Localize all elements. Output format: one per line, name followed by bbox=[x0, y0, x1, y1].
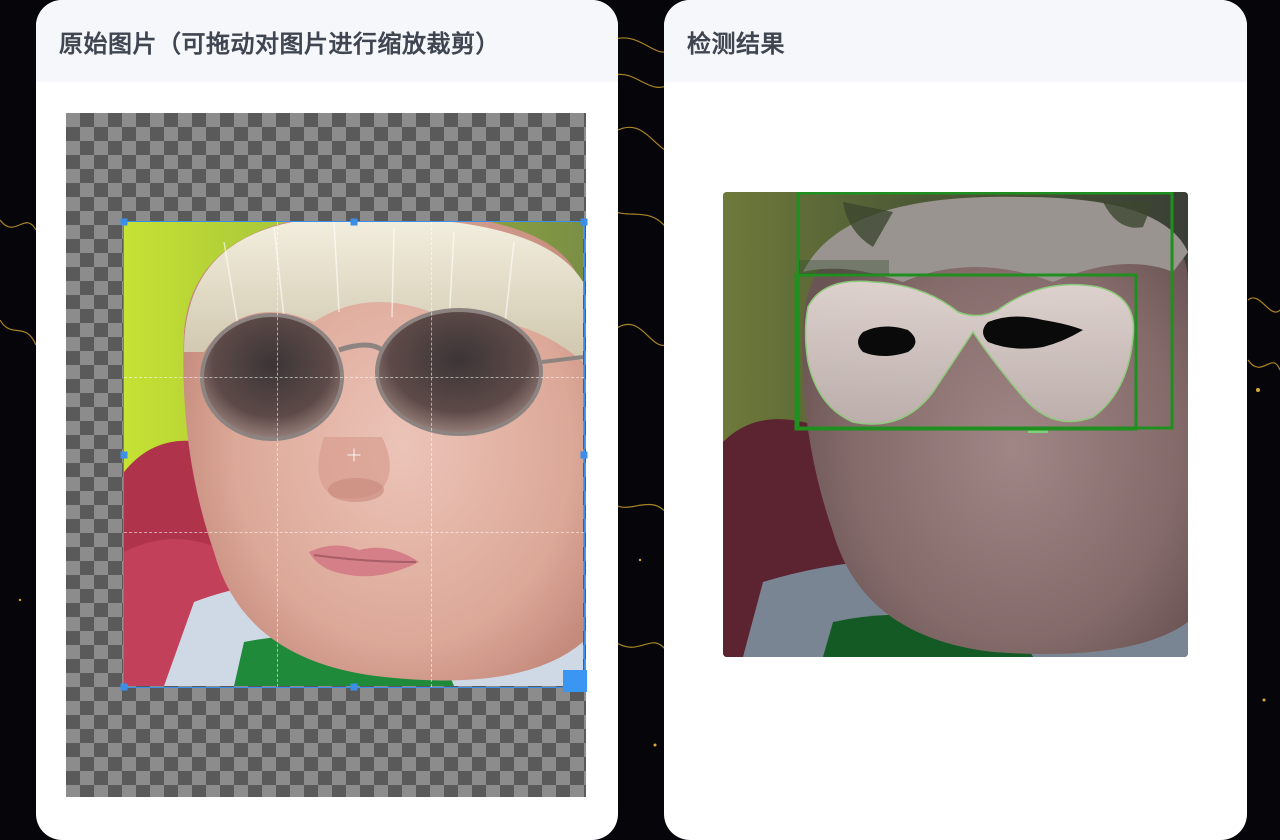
crop-guide-line bbox=[277, 222, 279, 687]
crop-box[interactable] bbox=[120, 218, 588, 692]
image-cropper[interactable] bbox=[66, 113, 588, 797]
detection-photo bbox=[723, 192, 1188, 657]
crop-handle-top-left[interactable] bbox=[120, 218, 128, 226]
crop-handle-right[interactable] bbox=[580, 451, 588, 458]
result-image bbox=[723, 192, 1188, 657]
crop-handle-top[interactable] bbox=[350, 218, 358, 226]
crop-guide-line bbox=[124, 376, 584, 378]
crop-handle-left[interactable] bbox=[120, 451, 128, 458]
panel-header: 检测结果 bbox=[664, 0, 1247, 82]
crop-center-marker bbox=[347, 448, 361, 461]
panel-header: 原始图片（可拖动对图片进行缩放裁剪） bbox=[36, 0, 618, 82]
crop-handle-top-right[interactable] bbox=[580, 218, 588, 226]
crop-handle-bottom-left[interactable] bbox=[120, 683, 128, 691]
crop-guide-line bbox=[430, 222, 432, 687]
crop-resize-handle[interactable] bbox=[563, 670, 587, 692]
panel-title-result: 检测结果 bbox=[687, 29, 785, 58]
panel-title-original: 原始图片（可拖动对图片进行缩放裁剪） bbox=[59, 29, 500, 58]
crop-handle-bottom[interactable] bbox=[350, 683, 358, 691]
detection-result-panel: 检测结果 bbox=[664, 0, 1247, 840]
original-image-panel: 原始图片（可拖动对图片进行缩放裁剪） bbox=[36, 0, 618, 840]
crop-guide-line bbox=[124, 531, 584, 533]
